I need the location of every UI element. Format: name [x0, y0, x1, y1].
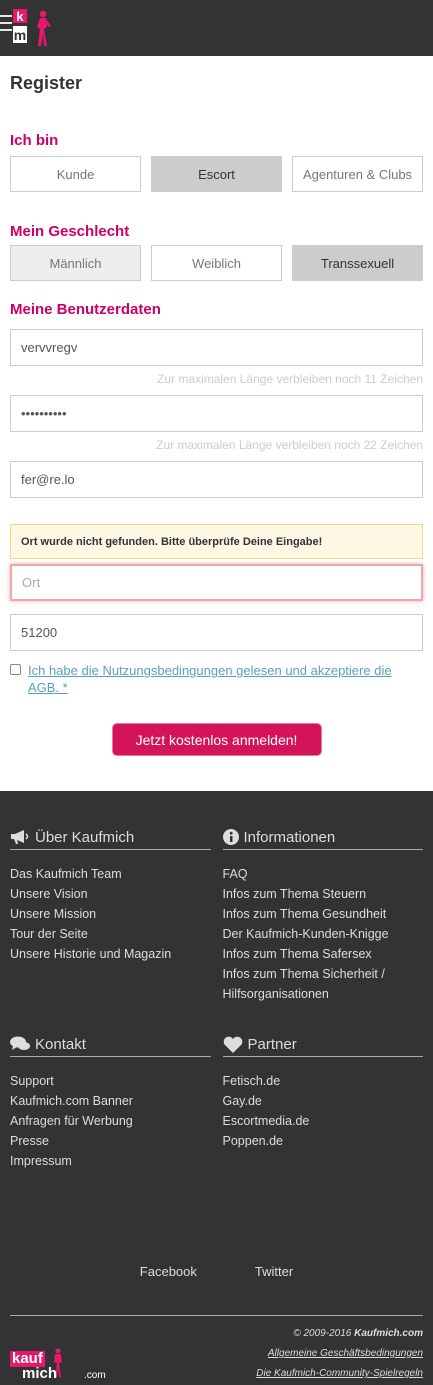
footer-info-links: FAQ Infos zum Thema Steuern Infos zum Th… — [223, 850, 424, 1004]
copyright-text: © 2009-2016 — [293, 1328, 355, 1339]
copyright-brand: Kaufmich.com — [354, 1328, 423, 1339]
footer-link[interactable]: Impressum — [10, 1151, 211, 1171]
info-icon — [222, 829, 239, 845]
footer-info-heading: Informationen — [222, 825, 423, 850]
footer-link[interactable]: FAQ — [223, 864, 424, 884]
ich-bin-label: Ich bin — [10, 132, 59, 149]
footer-link[interactable]: Der Kaufmich-Kunden-Knigge — [223, 924, 424, 944]
option-weiblich[interactable]: Weiblich — [151, 245, 282, 281]
username-input[interactable]: vervvregv — [10, 329, 423, 366]
option-maennlich[interactable]: Männlich — [10, 245, 141, 281]
footer-link[interactable]: Unsere Historie und Magazin — [10, 944, 211, 964]
footer-about-title: Über Kaufmich — [35, 828, 135, 846]
footer-link[interactable]: Escortmedia.de — [223, 1111, 424, 1131]
footer-link[interactable]: Anfragen für Werbung — [10, 1111, 211, 1131]
chat-bubbles-icon — [10, 1036, 30, 1050]
footer-partner-title: Partner — [247, 1035, 297, 1053]
username-length-hint: Zur maximalen Länge verbleiben noch 11 Z… — [157, 372, 423, 386]
facebook-link[interactable]: Facebook — [140, 1264, 197, 1279]
benutzerdaten-label: Meine Benutzerdaten — [10, 301, 161, 318]
footer-link[interactable]: Fetisch.de — [223, 1071, 424, 1091]
footer-logo-bottom: mich — [22, 1365, 58, 1382]
geschlecht-options: Männlich Weiblich Transsexuell — [10, 245, 423, 281]
footer-partner-links: Fetisch.de Gay.de Escortmedia.de Poppen.… — [223, 1057, 424, 1151]
footer-logo[interactable]: kauf mich .com — [10, 1348, 110, 1383]
footer-row-1: Über Kaufmich Das Kaufmich Team Unsere V… — [10, 791, 423, 1004]
location-error-alert: Ort wurde nicht gefunden. Bitte überprüf… — [10, 524, 423, 559]
footer-bottom: © 2009-2016 Kaufmich.com Allgemeine Gesc… — [10, 1324, 423, 1385]
register-submit-button[interactable]: Jetzt kostenlos anmelden! — [112, 724, 321, 755]
option-agenturen-clubs[interactable]: Agenturen & Clubs — [292, 156, 423, 192]
community-rules-link[interactable]: Die Kaufmich-Community-Spielregeln — [256, 1368, 423, 1379]
footer-about-heading: Über Kaufmich — [10, 825, 211, 850]
ich-bin-options: Kunde Escort Agenturen & Clubs — [10, 156, 423, 192]
footer-info: Informationen FAQ Infos zum Thema Steuer… — [222, 825, 424, 1004]
footer-logo-suffix: .com — [84, 1370, 106, 1381]
password-input[interactable]: •••••••••• — [10, 395, 423, 432]
footer-link[interactable]: Tour der Seite — [10, 924, 211, 944]
footer-contact-heading: Kontakt — [10, 1032, 211, 1057]
footer-link[interactable]: Unsere Vision — [10, 884, 211, 904]
footer-link[interactable]: Das Kaufmich Team — [10, 864, 211, 884]
option-escort[interactable]: Escort — [151, 156, 282, 192]
agb-link[interactable]: Ich habe die Nutzungsbedingungen gelesen… — [28, 662, 423, 696]
heart-icon — [223, 1036, 242, 1053]
footer-info-title: Informationen — [243, 828, 336, 846]
geschlecht-label: Mein Geschlecht — [10, 223, 130, 240]
agb-footer-link[interactable]: Allgemeine Geschäftsbedingungen — [268, 1348, 423, 1359]
footer-contact-title: Kontakt — [35, 1035, 86, 1053]
agb-checkbox[interactable] — [10, 664, 21, 675]
option-transsexuell[interactable]: Transsexuell — [292, 245, 423, 281]
svg-text:m: m — [14, 27, 26, 43]
footer-link[interactable]: Poppen.de — [223, 1131, 424, 1151]
social-links: Facebook Twitter — [10, 1264, 423, 1279]
top-bar: k m — [0, 0, 433, 56]
footer-link[interactable]: Gay.de — [223, 1091, 424, 1111]
footer-link[interactable]: Hilfsorganisationen — [223, 984, 424, 1004]
footer-partner-heading: Partner — [222, 1032, 423, 1057]
footer-link[interactable]: Kaufmich.com Banner — [10, 1091, 211, 1111]
footer-link[interactable]: Infos zum Thema Safersex — [223, 944, 424, 964]
footer-about: Über Kaufmich Das Kaufmich Team Unsere V… — [10, 825, 211, 1004]
ort-input[interactable]: Ort — [10, 564, 423, 601]
footer-link[interactable]: Unsere Mission — [10, 904, 211, 924]
kaufmich-logo[interactable]: k m — [13, 9, 57, 47]
register-form: Register Ich bin Kunde Escort Agenturen … — [0, 56, 433, 791]
footer: Über Kaufmich Das Kaufmich Team Unsere V… — [0, 791, 433, 1385]
footer-link[interactable]: Infos zum Thema Steuern — [223, 884, 424, 904]
plz-input[interactable]: 51200 — [10, 614, 423, 651]
footer-about-links: Das Kaufmich Team Unsere Vision Unsere M… — [10, 850, 211, 964]
footer-row-2: Kontakt Support Kaufmich.com Banner Anfr… — [10, 1004, 423, 1171]
footer-link[interactable]: Infos zum Thema Gesundheit — [223, 904, 424, 924]
page-title: Register — [10, 73, 83, 93]
copyright: © 2009-2016 Kaufmich.com — [10, 1324, 423, 1344]
option-kunde[interactable]: Kunde — [10, 156, 141, 192]
svg-text:k: k — [16, 9, 24, 24]
footer-link[interactable]: Infos zum Thema Sicherheit / — [223, 964, 424, 984]
footer-contact-links: Support Kaufmich.com Banner Anfragen für… — [10, 1057, 211, 1171]
footer-contact: Kontakt Support Kaufmich.com Banner Anfr… — [10, 1032, 211, 1171]
email-input[interactable]: fer@re.lo — [10, 461, 423, 498]
password-length-hint: Zur maximalen Länge verbleiben noch 22 Z… — [156, 438, 423, 452]
footer-divider — [10, 1315, 423, 1316]
hamburger-icon[interactable] — [0, 15, 12, 36]
agb-consent: Ich habe die Nutzungsbedingungen gelesen… — [10, 662, 423, 696]
footer-partner: Partner Fetisch.de Gay.de Escortmedia.de… — [222, 1032, 424, 1171]
footer-link[interactable]: Support — [10, 1071, 211, 1091]
footer-link[interactable]: Presse — [10, 1131, 211, 1151]
twitter-link[interactable]: Twitter — [255, 1264, 293, 1279]
megaphone-icon — [11, 830, 29, 844]
